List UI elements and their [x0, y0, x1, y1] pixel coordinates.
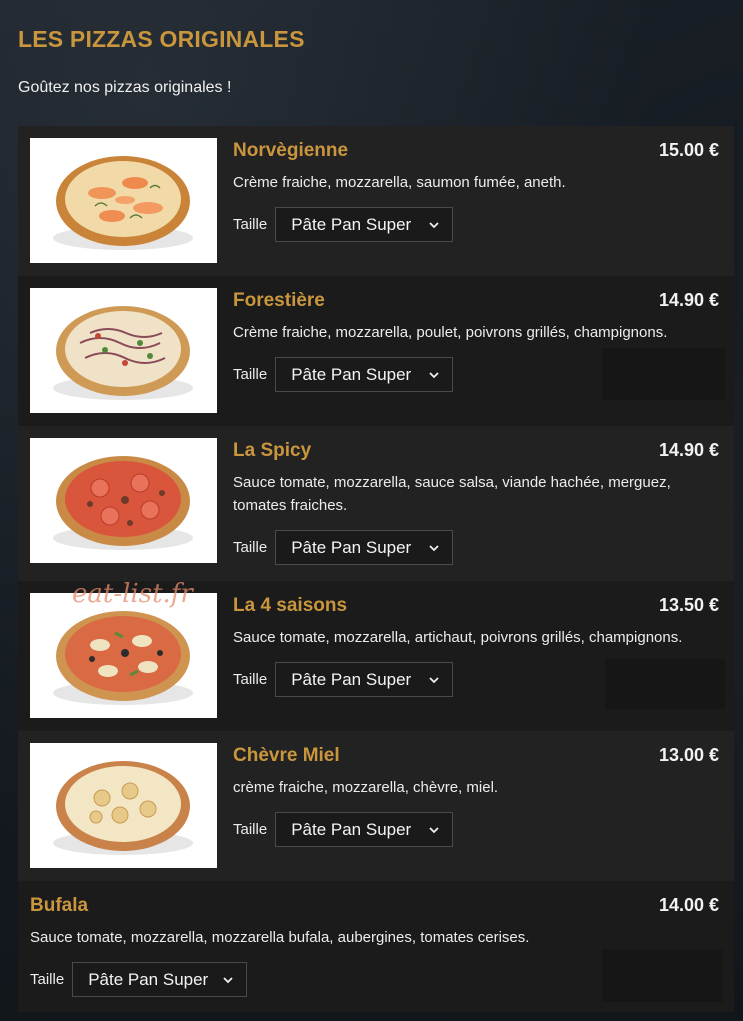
- size-row: Taille Pâte Pan Super: [30, 962, 248, 997]
- empty-panel: [602, 949, 723, 1002]
- size-row: Taille Pâte Pan Super: [233, 662, 454, 697]
- empty-panel: [605, 659, 725, 709]
- chevron-down-icon: [429, 221, 439, 228]
- pizza-image[interactable]: [30, 138, 217, 263]
- item-name: La 4 saisons: [233, 595, 348, 616]
- size-select[interactable]: Pâte Pan Super: [72, 962, 248, 997]
- size-label: Taille: [233, 671, 268, 688]
- menu-item-norvegienne: Norvègienne 15.00 € Crème fraiche, mozza…: [18, 126, 734, 276]
- menu-item-bufala: Bufala 14.00 € Sauce tomate, mozzarella,…: [18, 881, 734, 1012]
- chevron-down-icon: [429, 826, 439, 833]
- chevron-down-icon: [429, 676, 439, 683]
- item-price: 15.00 €: [658, 140, 719, 160]
- item-name: Norvègienne: [233, 140, 349, 161]
- size-select-value: Pâte Pan Super: [291, 819, 412, 839]
- pizza-image[interactable]: [30, 593, 217, 718]
- size-select-value: Pâte Pan Super: [88, 969, 209, 989]
- size-select[interactable]: Pâte Pan Super: [275, 812, 454, 847]
- pizza-image[interactable]: [30, 438, 217, 563]
- item-price: 14.00 €: [658, 895, 719, 915]
- size-select[interactable]: Pâte Pan Super: [275, 662, 454, 697]
- item-price: 13.00 €: [658, 745, 719, 765]
- size-row: Taille Pâte Pan Super: [233, 207, 454, 242]
- empty-panel: [602, 348, 725, 400]
- item-description: Crème fraiche, mozzarella, saumon fumée,…: [233, 174, 566, 191]
- size-row: Taille Pâte Pan Super: [233, 812, 454, 847]
- item-description: Sauce tomate, mozzarella, artichaut, poi…: [233, 629, 683, 646]
- item-name: Forestière: [233, 290, 325, 311]
- size-select-value: Pâte Pan Super: [291, 537, 412, 557]
- size-select[interactable]: Pâte Pan Super: [275, 207, 454, 242]
- item-description: crème fraiche, mozzarella, chèvre, miel.: [233, 779, 499, 796]
- size-select-value: Pâte Pan Super: [291, 214, 412, 234]
- pizza-image[interactable]: [30, 288, 217, 413]
- menu-item-forestiere: Forestière 14.90 € Crème fraiche, mozzar…: [18, 276, 734, 426]
- chevron-down-icon: [429, 544, 439, 551]
- chevron-down-icon: [223, 976, 233, 983]
- item-name: Chèvre Miel: [233, 745, 340, 766]
- menu-item-chevre-miel: Chèvre Miel 13.00 € crème fraiche, mozza…: [18, 731, 734, 881]
- size-row: Taille Pâte Pan Super: [233, 357, 454, 392]
- intro-text: Goûtez nos pizzas originales !: [18, 79, 232, 96]
- chevron-down-icon: [429, 371, 439, 378]
- size-label: Taille: [233, 539, 268, 556]
- size-select-value: Pâte Pan Super: [291, 364, 412, 384]
- item-price: 14.90 €: [658, 290, 719, 310]
- pizza-image[interactable]: [30, 743, 217, 868]
- menu-item-la-spicy: La Spicy 14.90 € Sauce tomate, mozzarell…: [18, 426, 734, 581]
- size-select[interactable]: Pâte Pan Super: [275, 357, 454, 392]
- size-label: Taille: [30, 971, 65, 988]
- size-label: Taille: [233, 821, 268, 838]
- item-description: Crème fraiche, mozzarella, poulet, poivr…: [233, 324, 668, 341]
- size-label: Taille: [233, 366, 268, 383]
- item-description: Sauce tomate, mozzarella, mozzarella buf…: [30, 929, 530, 946]
- size-select[interactable]: Pâte Pan Super: [275, 530, 454, 565]
- item-description: Sauce tomate, mozzarella, sauce salsa, v…: [233, 474, 671, 514]
- size-row: Taille Pâte Pan Super: [233, 530, 454, 565]
- menu-item-la-4-saisons: La 4 saisons 13.50 € Sauce tomate, mozza…: [18, 581, 734, 731]
- pizza-menu: Norvègienne 15.00 € Crème fraiche, mozza…: [18, 126, 734, 1012]
- item-price: 14.90 €: [658, 440, 719, 460]
- item-name: La Spicy: [233, 440, 312, 461]
- size-select-value: Pâte Pan Super: [291, 669, 412, 689]
- item-name: Bufala: [30, 895, 89, 916]
- size-label: Taille: [233, 216, 268, 233]
- item-price: 13.50 €: [658, 595, 719, 615]
- page-title: LES PIZZAS ORIGINALES: [18, 26, 305, 52]
